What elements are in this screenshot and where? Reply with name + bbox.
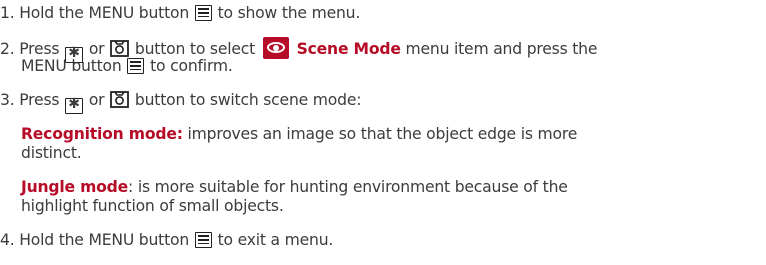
step-2-text-c: menu item and press the — [405, 40, 598, 58]
jungle-mode-label: Jungle mode — [21, 178, 129, 196]
step-1-text-a: Hold the MENU button — [19, 4, 190, 22]
menu-button-icon — [127, 58, 145, 74]
jungle-mode-cont: highlight function of small objects. — [21, 196, 284, 216]
camera-button-icon — [110, 40, 130, 57]
step-3: 3. Press ✱ or button to switch scene mod… — [0, 90, 361, 114]
step-4-text-a: Hold the MENU button — [19, 231, 190, 249]
step-2-number: 2. — [0, 40, 15, 58]
step-3-text-a: Press — [19, 91, 60, 109]
jungle-mode-text-2: highlight function of small objects. — [21, 197, 284, 215]
step-1: 1. Hold the MENU button to show the menu… — [0, 3, 360, 23]
step-3-text-b: button to switch scene mode: — [134, 91, 362, 109]
step-1-text-b: to show the menu. — [217, 4, 361, 22]
sun-button-icon: ✱ — [65, 97, 84, 114]
menu-button-icon — [194, 5, 212, 21]
recognition-mode: Recognition mode: improves an image so t… — [21, 124, 577, 144]
jungle-mode-text: : is more suitable for hunting environme… — [128, 178, 568, 196]
jungle-mode: Jungle mode: is more suitable for huntin… — [21, 177, 568, 197]
recognition-mode-cont: distinct. — [21, 143, 82, 163]
scene-mode-label: Scene Mode — [296, 40, 401, 58]
recognition-mode-text: improves an image so that the object edg… — [187, 125, 578, 143]
step-2-text-d: MENU button — [21, 57, 122, 75]
step-3-number: 3. — [0, 91, 15, 109]
recognition-mode-label: Recognition mode: — [21, 125, 183, 143]
step-2-text-e: to confirm. — [150, 57, 233, 75]
step-1-number: 1. — [0, 4, 15, 22]
step-4: 4. Hold the MENU button to exit a menu. — [0, 230, 333, 250]
step-3-or: or — [88, 91, 105, 109]
camera-button-icon — [110, 91, 130, 108]
step-2-cont: MENU button to confirm. — [21, 56, 233, 76]
eye-icon — [262, 37, 289, 59]
step-4-number: 4. — [0, 231, 15, 249]
menu-button-icon — [194, 232, 212, 248]
recognition-mode-text-2: distinct. — [21, 144, 82, 162]
step-4-text-b: to exit a menu. — [217, 231, 334, 249]
